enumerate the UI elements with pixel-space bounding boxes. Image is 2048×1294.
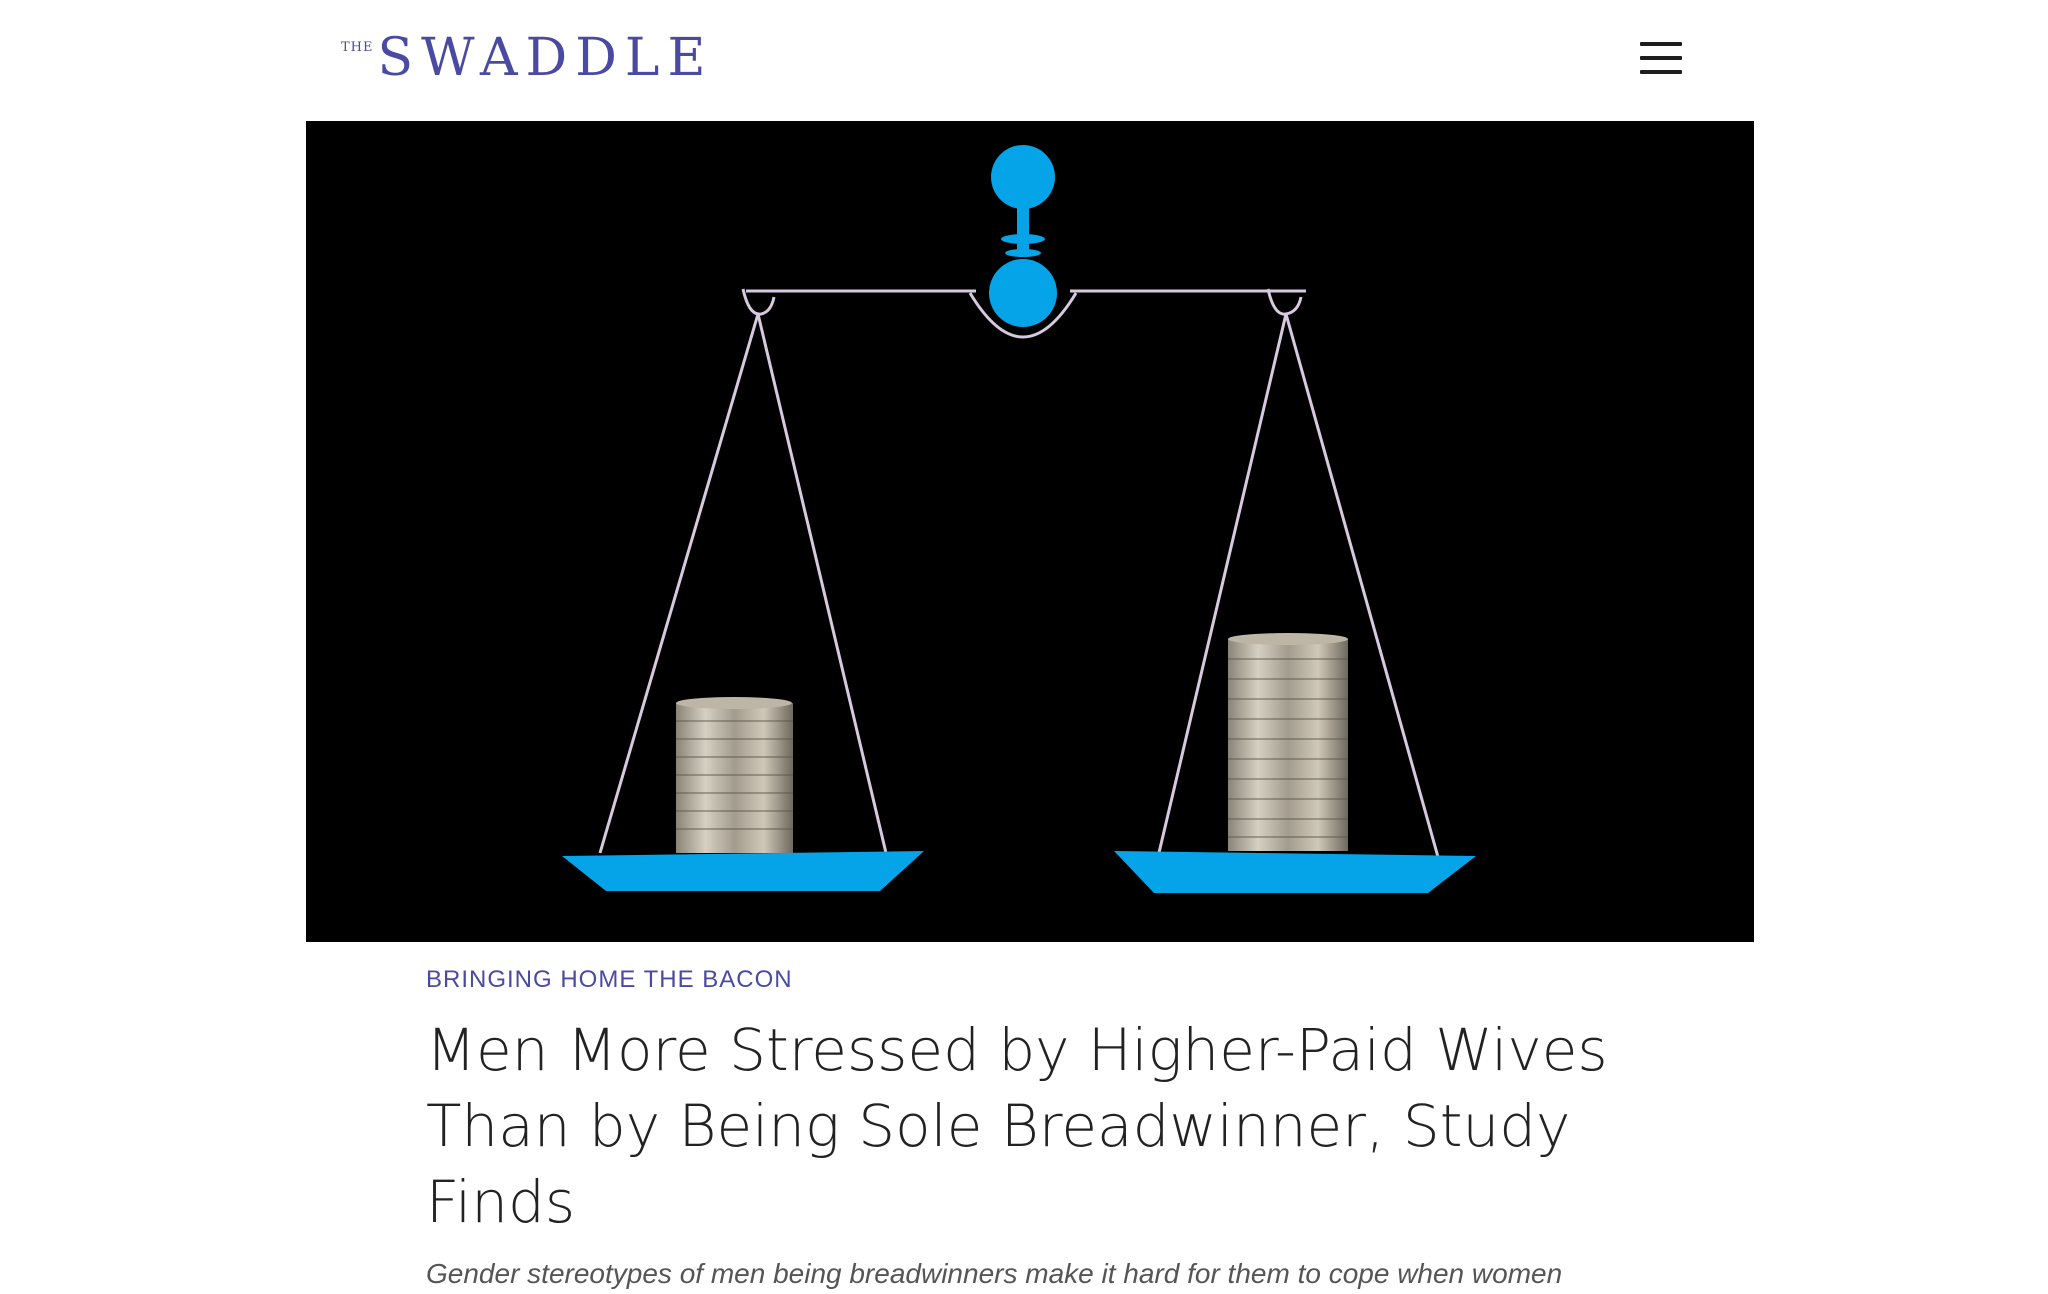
scale-top-ornament	[989, 145, 1057, 327]
article-category-link[interactable]: BRINGING HOME THE BACON	[426, 966, 793, 994]
logo-prefix: THE	[341, 40, 374, 55]
site-logo[interactable]: THE SWADDLE	[341, 28, 713, 88]
balance-scale-illustration	[562, 145, 1476, 893]
site-header: THE SWADDLE	[0, 0, 2048, 120]
right-pan	[1114, 851, 1476, 893]
article-title: Men More Stressed by Higher-Paid Wives T…	[426, 1016, 1608, 1236]
hamburger-menu-icon[interactable]	[1640, 38, 1686, 78]
logo-wordmark: SWADDLE	[377, 28, 714, 88]
hero-image	[306, 121, 1754, 942]
article-excerpt: Gender stereotypes of men being breadwin…	[426, 1258, 1563, 1289]
article-header: BRINGING HOME THE BACON Men More Stresse…	[426, 960, 1726, 1294]
right-coin-stack	[1228, 633, 1348, 851]
left-coin-stack	[676, 697, 793, 853]
left-pan	[562, 851, 924, 891]
